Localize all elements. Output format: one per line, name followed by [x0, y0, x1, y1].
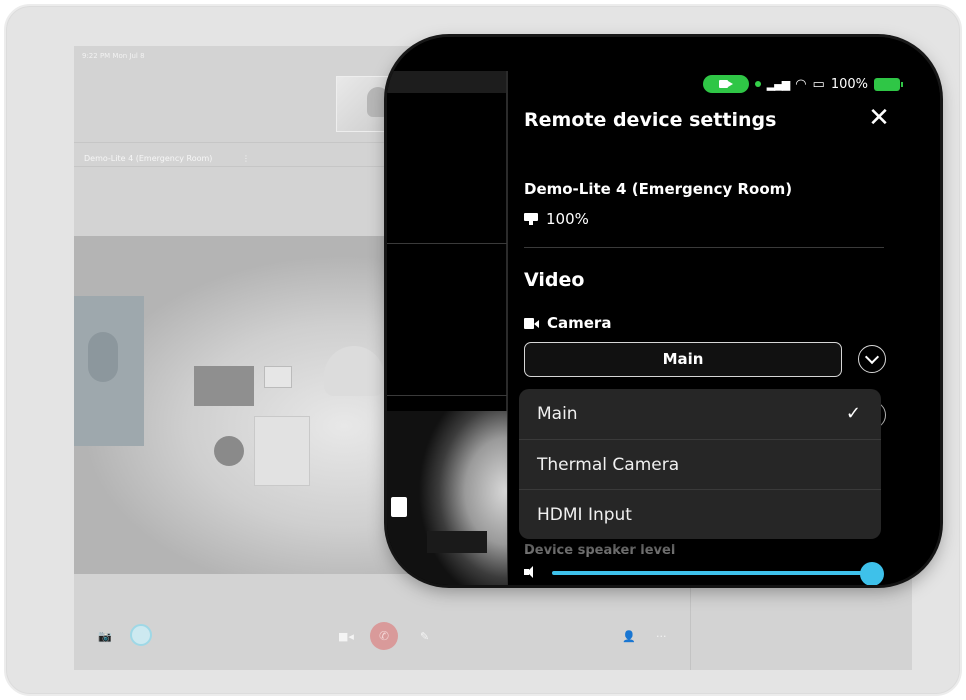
more-options-icon[interactable]: ··· [656, 630, 667, 643]
system-status-bar: ▂▄▆ ◠ ▭ 100% [702, 75, 903, 93]
video-wall-screen [88, 332, 118, 382]
battery-charging-icon [874, 77, 903, 91]
video-camera-icon [524, 317, 539, 329]
option-label: Thermal Camera [537, 455, 680, 475]
lens-left-app-area [387, 37, 508, 585]
lens-top-band [387, 71, 507, 93]
remote-device-settings-panel: ▂▄▆ ◠ ▭ 100% Remote device settings ✕ De… [508, 37, 940, 585]
screen-mirror-icon: ▭ [812, 76, 825, 92]
lens-divider [387, 243, 507, 244]
cellular-signal-icon: ▂▄▆ [766, 77, 790, 91]
end-call-button[interactable]: ✆ [370, 622, 398, 650]
dropdown-option-hdmi-input[interactable]: HDMI Input [519, 489, 881, 539]
assist-button[interactable] [130, 624, 152, 646]
lens-video-fragment [387, 411, 507, 585]
section-divider [524, 247, 884, 248]
video-section-heading: Video [524, 269, 585, 291]
speaker-icon [524, 566, 540, 578]
participants-icon[interactable]: 👤 [622, 630, 636, 643]
device-battery-level: 100% [546, 210, 589, 228]
battery-percent: 100% [830, 76, 868, 92]
background-device-tab-more[interactable]: ⋮ [242, 154, 250, 163]
video-stool [214, 436, 244, 466]
video-toggle-icon[interactable]: ■◂ [338, 630, 354, 643]
camera-in-use-indicator-icon [754, 81, 761, 87]
chevron-down-icon[interactable] [858, 345, 886, 373]
mute-icon[interactable]: ✎ [420, 630, 429, 643]
speaker-level-label: Device speaker level [524, 543, 676, 558]
camera-label: Camera [547, 314, 612, 332]
close-icon[interactable]: ✕ [866, 105, 892, 131]
lens-divider [387, 395, 507, 396]
magnified-lens: ▂▄▆ ◠ ▭ 100% Remote device settings ✕ De… [387, 37, 940, 585]
device-name: Demo-Lite 4 (Emergency Room) [524, 180, 793, 198]
volume-track[interactable] [552, 571, 872, 575]
dropdown-option-thermal-camera[interactable]: Thermal Camera [519, 439, 881, 489]
monitor-icon [524, 213, 538, 225]
call-controls-bar: 📷 ■◂ ✆ ✎ 👤 ··· [74, 606, 912, 670]
video-cart-monitor [194, 366, 254, 406]
device-battery-row: 100% [524, 210, 589, 228]
background-status-time: 9:22 PM Mon Jul 8 [82, 52, 145, 60]
camera-label-row: Camera [524, 314, 611, 332]
active-call-pill-icon[interactable] [702, 75, 749, 93]
video-small-monitor [264, 366, 292, 388]
checkmark-icon: ✓ [845, 403, 861, 424]
video-patient [324, 346, 384, 396]
video-cabinet [254, 416, 310, 486]
volume-thumb[interactable] [860, 562, 884, 585]
option-label: HDMI Input [537, 505, 632, 525]
camera-select[interactable]: Main [524, 342, 842, 377]
option-label: Main [537, 404, 578, 424]
panel-title: Remote device settings [524, 109, 777, 131]
speaker-volume-slider[interactable] [524, 562, 924, 585]
camera-dropdown-menu: Main ✓ Thermal Camera HDMI Input [519, 389, 881, 539]
background-device-tab[interactable]: Demo-Lite 4 (Emergency Room) [84, 154, 212, 163]
camera-switch-icon[interactable]: 📷 [98, 630, 112, 643]
wifi-icon: ◠ [795, 76, 807, 92]
dropdown-option-main[interactable]: Main ✓ [519, 389, 881, 439]
